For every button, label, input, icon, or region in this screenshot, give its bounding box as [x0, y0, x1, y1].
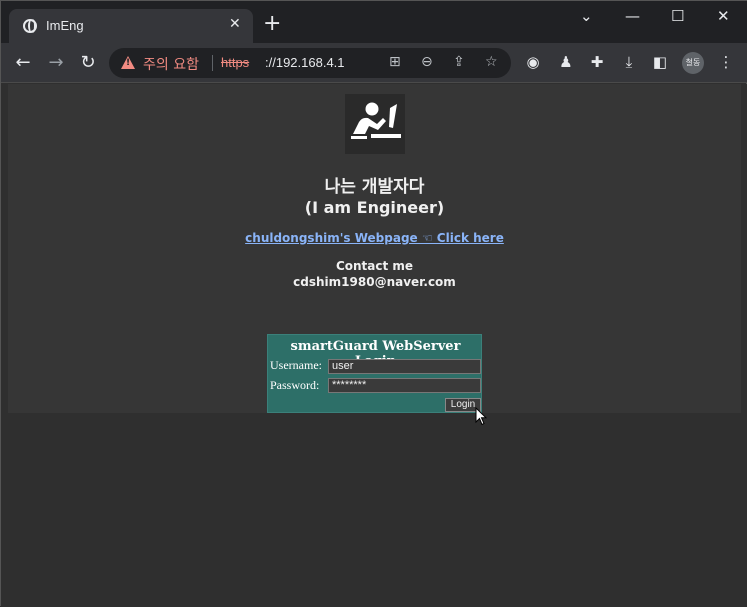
- omnibox-divider: [212, 55, 213, 71]
- tab-strip: ImEng ✕ + ⌄ — ☐ ✕: [1, 1, 747, 43]
- back-arrow-icon[interactable]: ←: [12, 52, 34, 74]
- forward-arrow-icon[interactable]: →: [45, 52, 67, 74]
- webpage-link[interactable]: chuldongshim's Webpage ☜ Click here: [1, 231, 747, 245]
- new-tab-button[interactable]: +: [263, 13, 281, 35]
- mouse-cursor-icon: [475, 407, 487, 426]
- browser-toolbar: ← → ↻ 주의 요함 https ://192.168.4.1 ⊞ ⊖ ⇪ ☆…: [1, 43, 747, 83]
- download-icon[interactable]: ⤓: [619, 53, 639, 71]
- tab-search-chevron-icon[interactable]: ⌄: [580, 7, 593, 25]
- url-host: ://192.168.4.1: [265, 55, 345, 70]
- password-label: Password:: [270, 378, 320, 392]
- close-window-button[interactable]: ✕: [717, 7, 730, 25]
- bookmark-star-icon[interactable]: ☆: [485, 54, 498, 70]
- contact-heading: Contact me: [335, 259, 414, 273]
- share-icon[interactable]: ⇪: [453, 54, 465, 70]
- side-panel-icon[interactable]: ◧: [650, 53, 670, 71]
- login-form: smartGuard WebServer Login Username: use…: [267, 334, 482, 413]
- globe-icon: [23, 19, 37, 33]
- tab-title: ImEng: [46, 18, 84, 33]
- browser-window: ImEng ✕ + ⌄ — ☐ ✕ ← → ↻ 주의 요함 https ://1…: [0, 0, 747, 607]
- engineer-logo-graphic: [351, 102, 401, 139]
- warning-triangle-icon[interactable]: [121, 56, 135, 69]
- tab-imeng[interactable]: ImEng ✕: [9, 9, 253, 43]
- extensions-puzzle-icon[interactable]: ✚: [587, 53, 607, 71]
- minimize-button[interactable]: —: [625, 7, 640, 25]
- engineer-logo-icon: [345, 94, 405, 154]
- address-bar[interactable]: 주의 요함 https ://192.168.4.1 ⊞ ⊖ ⇪ ☆: [109, 48, 511, 78]
- reload-icon[interactable]: ↻: [77, 52, 99, 74]
- maximize-button[interactable]: ☐: [671, 7, 684, 25]
- translate-icon[interactable]: ⊞: [389, 54, 401, 70]
- extension-avatar-icon[interactable]: ◉: [523, 53, 543, 71]
- url-protocol: https: [221, 55, 250, 70]
- page-title-korean: 나는 개발자다: [324, 177, 425, 197]
- password-input[interactable]: ********: [328, 378, 481, 393]
- page-title-english: (I am Engineer): [304, 198, 445, 217]
- username-label: Username:: [270, 358, 322, 372]
- security-warning-label[interactable]: 주의 요함: [143, 54, 199, 74]
- profile-avatar[interactable]: 철동: [682, 52, 704, 74]
- extension-person-icon[interactable]: ♟: [556, 53, 576, 71]
- username-input[interactable]: user: [328, 359, 481, 374]
- contact-email: cdshim1980@naver.com: [293, 275, 456, 289]
- zoom-out-icon[interactable]: ⊖: [421, 54, 433, 70]
- page-viewport: 나는 개발자다 (I am Engineer) chuldongshim's W…: [1, 84, 747, 607]
- menu-kebab-icon[interactable]: ⋮: [716, 53, 736, 71]
- tab-close-icon[interactable]: ✕: [229, 16, 241, 32]
